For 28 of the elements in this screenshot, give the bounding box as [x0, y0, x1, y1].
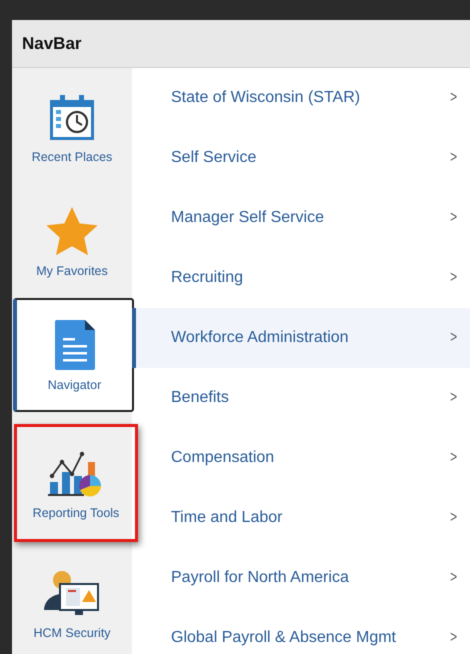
chevron-icon: > [450, 449, 457, 467]
window-title: NavBar [22, 34, 82, 54]
menu-item[interactable]: State of Wisconsin (STAR) > [132, 68, 470, 128]
menu-item[interactable]: Self Service > [132, 128, 470, 188]
chevron-icon: > [450, 269, 457, 287]
chevron-icon: > [450, 389, 457, 407]
chart-icon [48, 450, 104, 498]
star-icon [45, 206, 99, 256]
chevron-icon: > [450, 209, 457, 227]
menu-item[interactable]: Global Payroll & Absence Mgmt > [132, 608, 470, 654]
chevron-icon: > [450, 89, 457, 107]
menu-item[interactable]: Workforce Administration > [132, 308, 470, 368]
document-icon [54, 320, 94, 370]
nav-tile[interactable]: Navigator [13, 298, 134, 412]
nav-tile[interactable]: Recent Places [12, 70, 132, 184]
chevron-icon: > [450, 629, 457, 647]
calendar-clock-icon [48, 94, 96, 142]
chevron-icon: > [450, 149, 457, 167]
menu-item[interactable]: Manager Self Service > [132, 188, 470, 248]
menu-item[interactable]: Recruiting > [132, 248, 470, 308]
nav-tile[interactable]: HCM Security [12, 546, 132, 654]
chevron-icon: > [450, 509, 457, 527]
menu-item[interactable]: Payroll for North America > [132, 548, 470, 608]
nav-tile[interactable]: My Favorites [12, 184, 132, 298]
nav-tile[interactable]: Reporting Tools [14, 424, 138, 542]
chevron-icon: > [450, 329, 457, 347]
chevron-icon: > [450, 569, 457, 587]
user-monitor-icon [42, 570, 102, 618]
